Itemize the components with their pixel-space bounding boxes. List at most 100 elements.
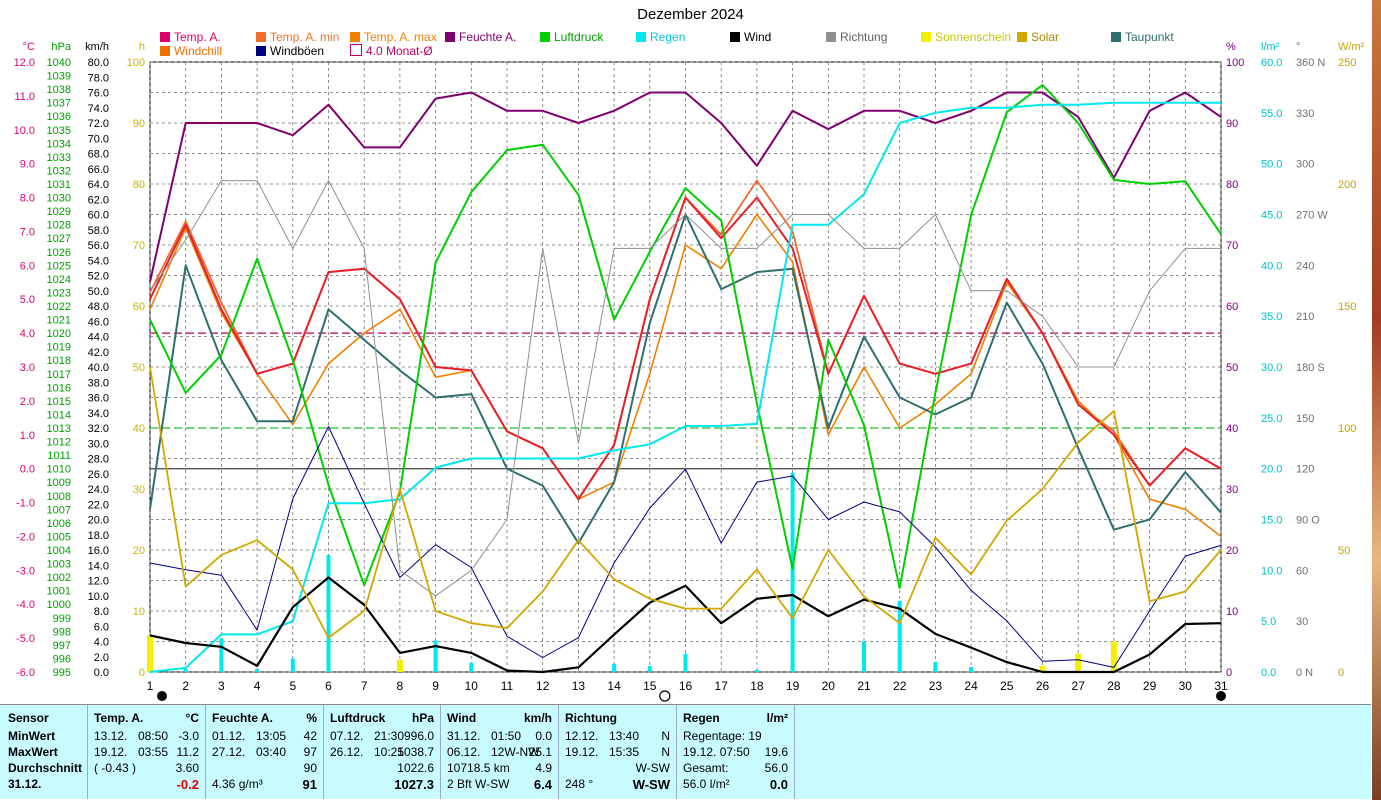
stats-cell: 31.12.	[447, 729, 481, 743]
x-tick-label: 25	[1000, 679, 1014, 693]
legend-label: Temp. A.	[174, 30, 221, 44]
stats-cell: 03:40	[256, 745, 287, 759]
axis-tick-label-sun-h: 60	[133, 301, 145, 313]
stats-cell: Richtung	[565, 711, 617, 725]
axis-tick-label-wind-kmh: 30.0	[88, 438, 109, 450]
stats-cell: 19.12.	[565, 745, 599, 759]
axis-tick-label-temp-c: 0.0	[20, 464, 35, 476]
axis-tick-label-pressure-hpa: 1023	[47, 287, 71, 299]
axis-tick-label-rain-lm2: 5.0	[1261, 616, 1276, 628]
x-tick-label: 24	[964, 679, 978, 693]
axis-tick-label-sun-h: 40	[133, 423, 145, 435]
axis-tick-label-pressure-hpa: 1015	[47, 396, 71, 408]
axis-tick-label-pressure-hpa: 1010	[47, 464, 71, 476]
axis-tick-label-wind-kmh: 46.0	[88, 316, 109, 328]
x-tick-label: 18	[750, 679, 764, 693]
axis-tick-label-direction-deg: 300	[1296, 159, 1314, 171]
axis-tick-label-pressure-hpa: 1021	[47, 315, 71, 327]
axis-tick-label-wind-kmh: 40.0	[88, 362, 109, 374]
legend-swatch	[1017, 32, 1027, 42]
rain-bar	[969, 666, 974, 672]
stats-cell: 97	[303, 745, 317, 759]
x-tick-label: 20	[822, 679, 836, 693]
axis-tick-label-wind-kmh: 66.0	[88, 164, 109, 176]
stats-cell: 31.12.	[8, 777, 42, 791]
stats-cell: -0.2	[176, 777, 199, 792]
legend-item: Temp. A. max	[350, 30, 437, 44]
stats-cell: 01.12.	[212, 729, 246, 743]
stats-cell: N	[661, 745, 670, 759]
legend-label: Windböen	[270, 44, 325, 58]
axis-tick-label-wind-kmh: 38.0	[88, 377, 109, 389]
axis-tick-label-wind-kmh: 26.0	[88, 469, 109, 481]
axis-tick-label-temp-c: 8.0	[20, 193, 35, 205]
stats-col-sensor: Sensor MinWert MaxWert Durchschnitt 31.12.	[0, 705, 88, 799]
x-tick-label: 8	[397, 679, 404, 693]
stats-cell: 42	[303, 729, 317, 743]
rain-bar	[326, 555, 331, 672]
x-tick-label: 17	[715, 679, 729, 693]
x-tick-label: 12	[536, 679, 550, 693]
stats-cell: W-SW	[632, 777, 670, 792]
full-moon-icon	[659, 690, 671, 702]
legend-item: Feuchte A.	[445, 30, 516, 44]
x-tick-label: 28	[1107, 679, 1121, 693]
axis-tick-label-humidity-pct: 100	[1226, 57, 1244, 69]
weather-chart-panel: 12.0 11.0 10.0 9.0 8.0 7.0 6.0 5.0 4.0 3.0 2.0 1.0 0…	[0, 0, 1381, 704]
stats-cell: 248 °	[565, 777, 594, 791]
legend-item: Temp. A.	[160, 30, 221, 44]
legend-item: 4.0 Monat-Ø	[350, 44, 433, 58]
stats-cell: Regentage: 19	[683, 729, 762, 743]
axis-tick-label-temp-c: 10.0	[14, 125, 35, 137]
axis-tick-label-pressure-hpa: 999	[53, 613, 71, 625]
rain-bar	[862, 641, 866, 672]
stats-cell: Regen	[683, 711, 720, 725]
x-tick-label: 11	[501, 679, 514, 693]
axis-tick-label-pressure-hpa: 1032	[47, 165, 71, 177]
stats-cell: 11.2	[176, 745, 199, 759]
x-tick-label: 27	[1072, 679, 1086, 693]
x-tick-label: 2	[182, 679, 189, 693]
axis-tick-label-pressure-hpa: 1005	[47, 531, 71, 543]
axis-tick-label-temp-c: 11.0	[14, 91, 35, 103]
axis-tick-label-sun-h: 20	[133, 545, 145, 557]
stats-cell: 13:05	[256, 729, 287, 743]
stats-cell: 19.12.	[94, 745, 128, 759]
legend-item: Solar	[1017, 30, 1059, 44]
axis-tick-label-humidity-pct: 30	[1226, 484, 1238, 496]
legend-label: Feuchte A.	[459, 30, 517, 44]
stats-cell: %	[306, 711, 317, 725]
rain-bar	[933, 661, 938, 672]
axis-tick-label-rain-lm2: 35.0	[1261, 311, 1282, 323]
axis-tick-label-pressure-hpa: 1033	[47, 152, 71, 164]
stats-cell: 26.12.	[330, 745, 364, 759]
axis-tick-label-temp-c: -5.0	[16, 633, 35, 645]
axis-tick-label-humidity-pct: 50	[1226, 362, 1238, 374]
axis-tick-label-pressure-hpa: 1008	[47, 491, 71, 503]
axis-tick-label-wind-kmh: 0.0	[94, 667, 109, 679]
axis-tick-label-pressure-hpa: 1025	[47, 260, 71, 272]
axis-tick-label-wind-kmh: 58.0	[88, 225, 109, 237]
axis-tick-label-temp-c: -6.0	[16, 667, 35, 679]
axis-tick-label-pressure-hpa: 1011	[47, 450, 71, 462]
axis-tick-label-sun-h: 80	[133, 179, 145, 191]
axis-tick-label-direction-deg: 240	[1296, 260, 1314, 272]
axis-tick-label-sun-h: 10	[133, 606, 145, 618]
axis-tick-label-pressure-hpa: 1004	[47, 545, 71, 557]
x-tick-label: 21	[857, 679, 871, 693]
axis-tick-label-pressure-hpa: 1020	[47, 328, 71, 340]
axis-tick-label-direction-deg: 30	[1296, 616, 1308, 628]
stats-cell: 0.0	[769, 777, 788, 792]
axis-tick-label-pressure-hpa: 1030	[47, 193, 71, 205]
legend-swatch	[350, 32, 360, 42]
statistics-panel: Sensor MinWert MaxWert Durchschnitt 31.12. Te…	[0, 704, 1371, 799]
axis-tick-label-pressure-hpa: 1026	[47, 247, 71, 259]
axis-tick-label-humidity-pct: 0	[1226, 667, 1232, 679]
x-tick-label: 29	[1143, 679, 1157, 693]
legend-swatch	[1111, 32, 1121, 42]
stats-cell: 15:35	[609, 745, 640, 759]
axis-tick-label-wind-kmh: 16.0	[88, 545, 109, 557]
axis-tick-label-humidity-pct: 40	[1226, 423, 1238, 435]
rain-bar	[612, 663, 617, 672]
stats-cell: 01:50	[491, 729, 522, 743]
